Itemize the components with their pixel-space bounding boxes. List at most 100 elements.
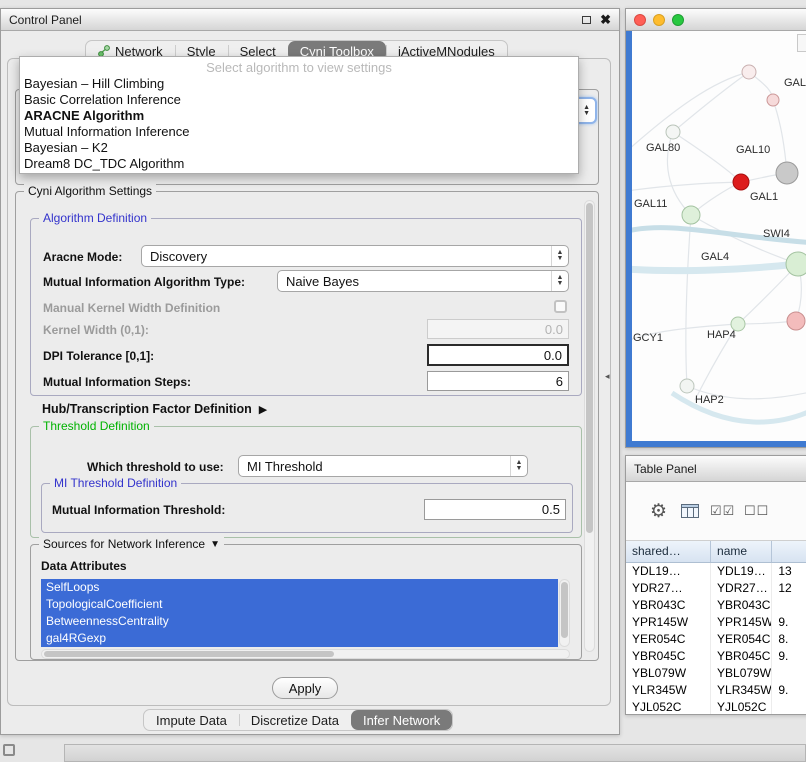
table-panel-titlebar[interactable]: Table Panel xyxy=(626,456,806,482)
network-node-highlighted[interactable] xyxy=(733,174,749,190)
network-vertical-scrollbar[interactable] xyxy=(797,34,806,52)
cell[interactable]: YBR045C xyxy=(711,648,772,665)
list-item-topologicalcoefficient[interactable]: TopologicalCoefficient xyxy=(41,596,558,613)
dropdown-item-basic-correlation[interactable]: Basic Correlation Inference xyxy=(20,92,578,108)
cell[interactable]: YLR345W xyxy=(711,682,772,699)
which-threshold-combobox[interactable]: MI Threshold ▲▼ xyxy=(238,455,528,477)
network-node[interactable] xyxy=(682,206,700,224)
column-header-name[interactable]: name xyxy=(711,541,772,562)
node-label: GAL11 xyxy=(634,198,667,210)
list-item-selfloops[interactable]: SelfLoops xyxy=(41,579,558,596)
splitter-collapse-arrow[interactable]: ◂ xyxy=(605,371,610,382)
float-window-icon[interactable] xyxy=(582,16,591,24)
column-browser-icon[interactable] xyxy=(681,504,699,523)
cell[interactable]: 13 xyxy=(772,563,806,580)
network-node[interactable] xyxy=(767,94,779,106)
network-node[interactable] xyxy=(666,125,680,139)
network-node[interactable] xyxy=(742,65,756,79)
table-row[interactable]: YER054CYER054C8. xyxy=(626,631,806,648)
apply-button[interactable]: Apply xyxy=(272,677,338,699)
tab-impute-data[interactable]: Impute Data xyxy=(144,710,239,730)
close-traffic-light-icon[interactable] xyxy=(634,14,646,26)
deselect-all-rows-icon[interactable]: ☐☐ xyxy=(744,503,769,519)
cell[interactable]: 9. xyxy=(772,614,806,631)
algorithm-definition-title: Algorithm Definition xyxy=(39,211,151,225)
network-node[interactable] xyxy=(786,252,806,276)
cell[interactable]: YDL19… xyxy=(626,563,711,580)
table-row[interactable]: YPR145WYPR145W9. xyxy=(626,614,806,631)
cell[interactable]: YJL052C xyxy=(626,699,711,714)
attributes-vertical-scrollbar[interactable] xyxy=(559,579,570,647)
network-window-titlebar[interactable] xyxy=(626,9,806,31)
kernel-width-input[interactable] xyxy=(427,319,569,339)
cell[interactable]: YER054C xyxy=(626,631,711,648)
column-header-shared-name[interactable]: shared… xyxy=(626,541,711,562)
manual-kernel-width-checkbox[interactable] xyxy=(554,300,567,313)
settings-scrollbar[interactable] xyxy=(584,200,595,652)
network-node[interactable] xyxy=(787,312,805,330)
table-row[interactable]: YDL19…YDL19…13 xyxy=(626,563,806,580)
list-item-betweennesscentrality[interactable]: BetweennessCentrality xyxy=(41,613,558,630)
cell[interactable]: 12 xyxy=(772,580,806,597)
cell[interactable]: YPR145W xyxy=(711,614,772,631)
mi-algorithm-type-combobox[interactable]: Naive Bayes ▲▼ xyxy=(277,270,569,292)
cell[interactable] xyxy=(772,699,806,714)
list-item-gal4rgexp[interactable]: gal4RGexp xyxy=(41,630,558,647)
cell[interactable]: YJL052C xyxy=(711,699,772,714)
cell[interactable]: YDR27… xyxy=(626,580,711,597)
aracne-mode-label: Aracne Mode: xyxy=(43,250,122,264)
table-row[interactable]: YLR345WYLR345W9. xyxy=(626,682,806,699)
cell[interactable]: YDR27… xyxy=(711,580,772,597)
dropdown-item-bayesian-hill[interactable]: Bayesian – Hill Climbing xyxy=(20,76,578,92)
cell[interactable]: YPR145W xyxy=(626,614,711,631)
node-label: HAP2 xyxy=(695,394,724,406)
chevron-right-icon: ▶ xyxy=(259,403,267,416)
attributes-horizontal-scrollbar[interactable] xyxy=(41,649,570,659)
cell[interactable]: 8. xyxy=(772,631,806,648)
cell[interactable]: YLR345W xyxy=(626,682,711,699)
chevron-down-icon[interactable]: ▼ xyxy=(210,539,220,550)
cell[interactable] xyxy=(772,597,806,614)
tab-discretize-data[interactable]: Discretize Data xyxy=(239,710,351,730)
network-canvas[interactable]: GAL80 GAL10 GAL11 GAL1 SWI4 GAL4 GCY1 HA… xyxy=(632,31,806,441)
network-node[interactable] xyxy=(776,162,798,184)
table-row[interactable]: YBL079WYBL079W xyxy=(626,665,806,682)
dpi-tolerance-input[interactable] xyxy=(427,344,569,366)
aracne-mode-combobox[interactable]: Discovery ▲▼ xyxy=(141,245,569,267)
cell[interactable]: YBR043C xyxy=(711,597,772,614)
table-row[interactable]: YBR045CYBR045C9. xyxy=(626,648,806,665)
select-all-rows-icon[interactable]: ☑☑ xyxy=(710,503,735,519)
table-row[interactable]: YBR043CYBR043C xyxy=(626,597,806,614)
cell[interactable]: 9. xyxy=(772,648,806,665)
dropdown-item-mutual-information[interactable]: Mutual Information Inference xyxy=(20,124,578,140)
dropdown-item-aracne[interactable]: ARACNE Algorithm xyxy=(20,108,578,124)
hub-tf-label: Hub/Transcription Factor Definition xyxy=(42,402,252,416)
mi-steps-input[interactable] xyxy=(427,371,569,391)
cell[interactable]: YDL19… xyxy=(711,563,772,580)
cell[interactable]: YER054C xyxy=(711,631,772,648)
hub-tf-section-toggle[interactable]: Hub/Transcription Factor Definition ▶ xyxy=(42,402,267,416)
cell[interactable]: YBL079W xyxy=(711,665,772,682)
cell[interactable] xyxy=(772,665,806,682)
cell[interactable]: YBL079W xyxy=(626,665,711,682)
cell[interactable]: YBR045C xyxy=(626,648,711,665)
network-node[interactable] xyxy=(680,379,694,393)
dropdown-item-bayesian-k2[interactable]: Bayesian – K2 xyxy=(20,140,578,156)
panel-restore-icon[interactable] xyxy=(3,744,15,756)
zoom-traffic-light-icon[interactable] xyxy=(672,14,684,26)
minimize-traffic-light-icon[interactable] xyxy=(653,14,665,26)
control-panel-titlebar[interactable]: Control Panel ✖ xyxy=(1,9,619,31)
combo-arrows-icon: ▲▼ xyxy=(551,246,568,266)
column-header-extra[interactable] xyxy=(772,541,806,562)
dropdown-item-dream8[interactable]: Dream8 DC_TDC Algorithm xyxy=(20,156,578,172)
cell[interactable]: 9. xyxy=(772,682,806,699)
table-row[interactable]: YDR27…YDR27…12 xyxy=(626,580,806,597)
gear-icon[interactable]: ⚙ xyxy=(650,500,667,523)
cell[interactable]: YBR043C xyxy=(626,597,711,614)
algorithm-dropdown-popup: Select algorithm to view settings Bayesi… xyxy=(19,56,579,174)
tab-infer-network[interactable]: Infer Network xyxy=(351,710,452,730)
close-icon[interactable]: ✖ xyxy=(600,15,611,25)
table-row[interactable]: YJL052CYJL052C xyxy=(626,699,806,714)
combo-arrows-icon: ▲▼ xyxy=(583,105,590,117)
mi-threshold-input[interactable] xyxy=(424,499,566,520)
